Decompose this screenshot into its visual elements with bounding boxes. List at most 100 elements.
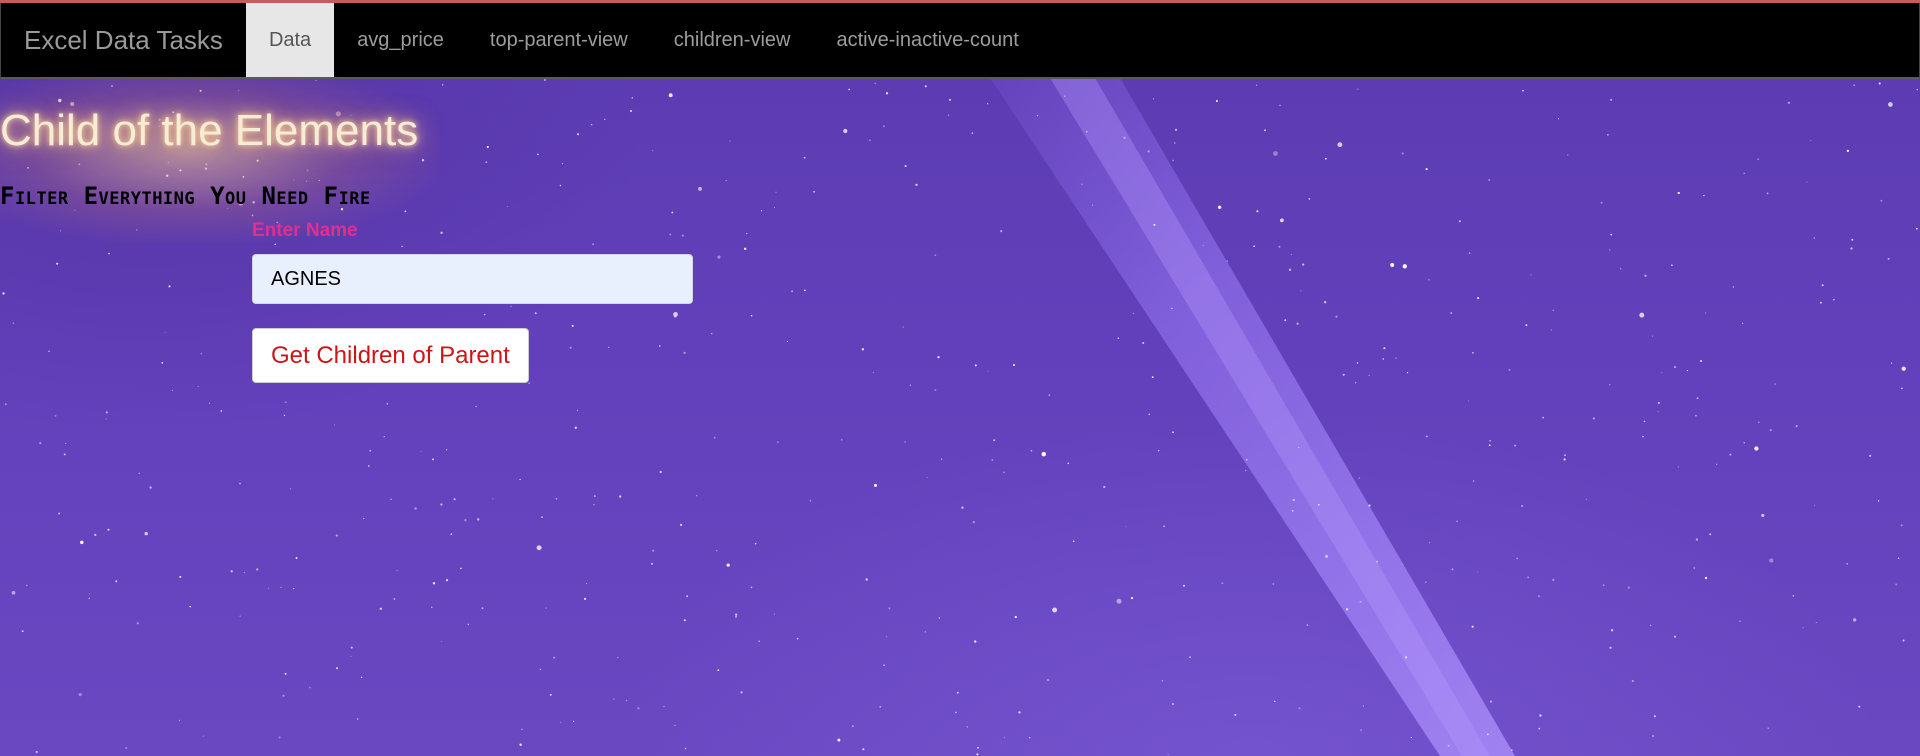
star (1877, 500, 1880, 502)
star (576, 409, 578, 411)
star (1172, 431, 1174, 434)
star (537, 153, 539, 156)
star (1806, 181, 1808, 183)
star (431, 606, 433, 608)
star (1477, 571, 1479, 573)
name-input[interactable] (252, 254, 693, 304)
star (1651, 734, 1655, 738)
star (717, 669, 720, 671)
star (617, 656, 619, 659)
star (1592, 417, 1596, 420)
star (1323, 301, 1327, 304)
star (796, 637, 799, 640)
stars (2, 78, 1918, 756)
star (295, 557, 298, 559)
star (1895, 583, 1898, 586)
star (199, 89, 202, 92)
star (991, 458, 994, 461)
tab-top-parent-view[interactable]: top-parent-view (467, 3, 651, 77)
star (1609, 249, 1611, 251)
star (539, 668, 542, 671)
star (1395, 357, 1397, 359)
star (593, 504, 595, 506)
star (401, 245, 403, 248)
star (1291, 510, 1294, 512)
star (274, 243, 276, 245)
star (1671, 264, 1673, 267)
star (1382, 358, 1385, 360)
star (545, 607, 547, 609)
star (1429, 542, 1431, 544)
star (576, 133, 580, 136)
star (1458, 220, 1461, 223)
tab-data[interactable]: Data (245, 3, 335, 77)
star (1716, 463, 1718, 465)
star (1018, 711, 1021, 714)
star (1833, 298, 1835, 301)
star (713, 436, 716, 439)
star (937, 355, 940, 359)
star (1695, 538, 1699, 541)
star (1815, 622, 1817, 624)
tab-avg-price[interactable]: avg_price (334, 3, 467, 77)
star (1530, 274, 1532, 276)
star (167, 161, 170, 164)
star (179, 169, 182, 172)
star (1274, 700, 1276, 702)
star (1183, 584, 1185, 587)
star (1695, 414, 1697, 417)
star (125, 747, 127, 749)
star (1761, 513, 1765, 517)
star (1742, 322, 1744, 324)
star (926, 476, 928, 479)
star (1402, 264, 1407, 269)
star (1255, 84, 1258, 86)
star (1425, 435, 1428, 438)
navbar-brand[interactable]: Excel Data Tasks (1, 3, 246, 77)
tab-active-inactive-count[interactable]: active-inactive-count (813, 3, 1041, 77)
star (336, 667, 338, 670)
star (1173, 142, 1176, 144)
star (1273, 151, 1278, 156)
star (956, 691, 959, 694)
star (368, 465, 370, 467)
star (11, 590, 16, 595)
star (483, 313, 486, 316)
star (750, 586, 753, 589)
star (1902, 639, 1905, 642)
star (115, 580, 118, 583)
star (674, 315, 677, 318)
star (1900, 524, 1903, 527)
tab-children-view[interactable]: children-view (651, 3, 814, 77)
star (1048, 394, 1051, 397)
star (166, 174, 169, 177)
star (1217, 205, 1222, 209)
star (651, 563, 653, 565)
star (534, 312, 537, 315)
star (80, 540, 84, 545)
star (652, 549, 655, 552)
star (1673, 366, 1677, 369)
star (105, 418, 107, 420)
get-children-button[interactable]: Get Children of Parent (252, 328, 529, 383)
star (440, 231, 443, 234)
star (1619, 267, 1622, 270)
star (659, 345, 661, 347)
star (1869, 454, 1872, 457)
star (1563, 458, 1566, 461)
star (1030, 449, 1033, 452)
star (1916, 88, 1918, 91)
star (1428, 278, 1430, 281)
star (873, 483, 878, 487)
star (1472, 480, 1475, 482)
star (631, 97, 633, 99)
star (107, 528, 110, 531)
star (686, 595, 688, 598)
star (1769, 558, 1774, 563)
star (1354, 381, 1357, 384)
navbar: Excel Data Tasks Data avg_price top-pare… (0, 3, 1920, 79)
star (934, 254, 937, 257)
star (955, 711, 957, 714)
star (383, 436, 385, 438)
star (486, 145, 489, 149)
